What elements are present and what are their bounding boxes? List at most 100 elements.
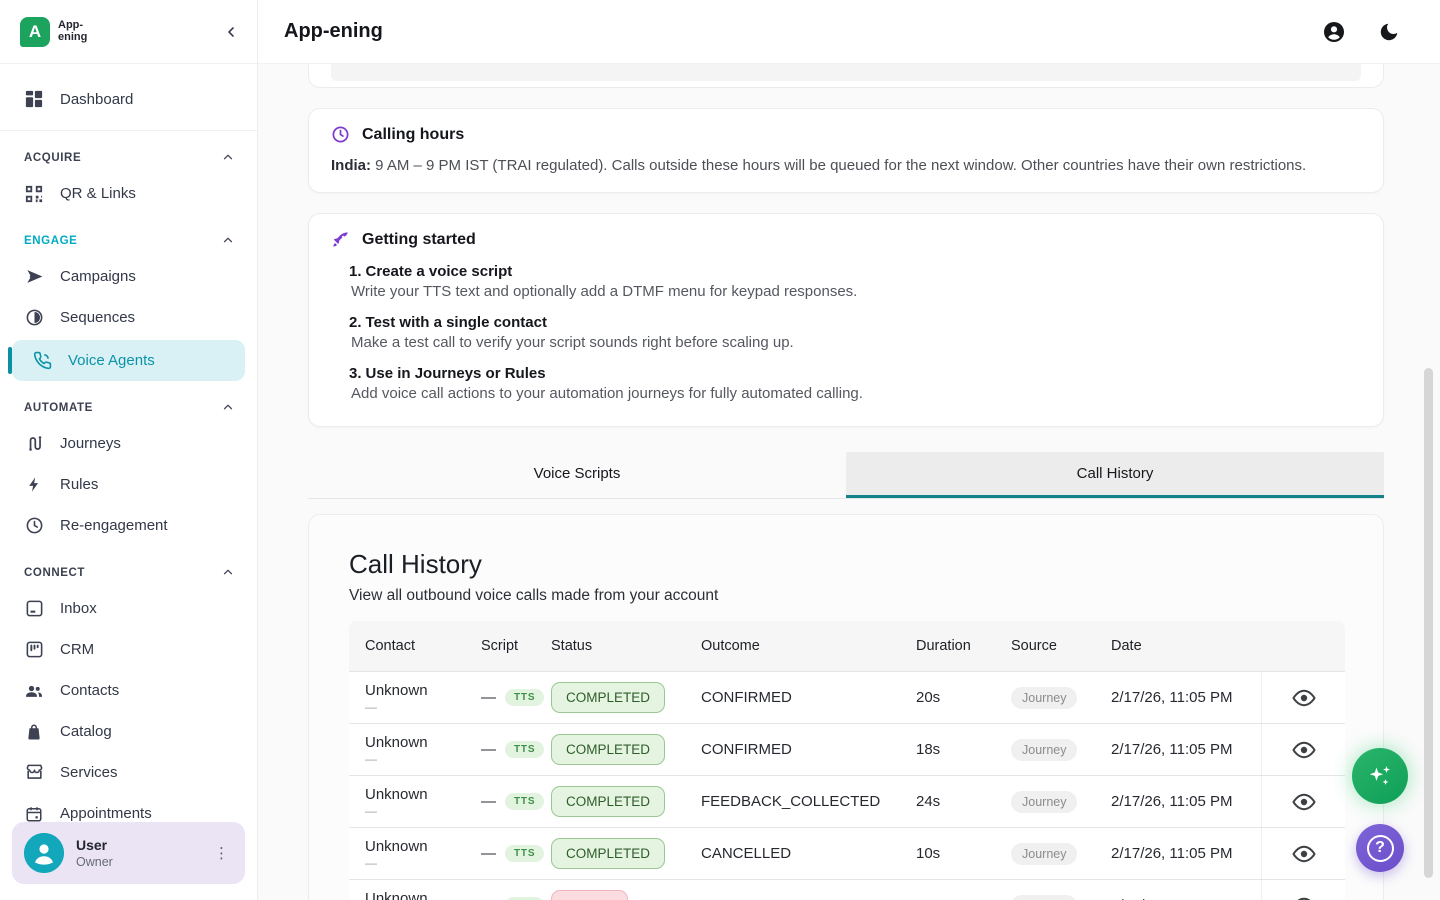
eye-icon <box>1292 845 1316 863</box>
people-icon <box>24 681 44 701</box>
sidebar-item-inbox[interactable]: Inbox <box>0 588 257 629</box>
sidebar-item-label: QR & Links <box>60 185 136 202</box>
section-connect[interactable]: CONNECT <box>0 558 257 588</box>
section-automate[interactable]: AUTOMATE <box>0 393 257 423</box>
topbar: App-ening <box>258 0 1440 64</box>
user-avatar <box>24 833 64 873</box>
kanban-icon <box>24 640 44 660</box>
eye-icon <box>1292 741 1316 759</box>
source-badge: Journey <box>1011 895 1077 900</box>
status-badge: COMPLETED <box>551 786 665 817</box>
step-item: 3.Use in Journeys or Rules Add voice cal… <box>349 365 1361 402</box>
tab-voice-scripts[interactable]: Voice Scripts <box>308 452 846 498</box>
sidebar-item-voice-agents[interactable]: Voice Agents <box>12 340 245 381</box>
table-header: Contact Script Status Outcome Duration S… <box>349 621 1345 671</box>
status-badge: COMPLETED <box>551 734 665 765</box>
sidebar-item-qr-links[interactable]: QR & Links <box>0 173 257 214</box>
section-engage[interactable]: ENGAGE <box>0 226 257 256</box>
chat-icon <box>24 599 44 619</box>
tts-badge: TTS <box>505 793 544 810</box>
eye-icon <box>1292 793 1316 811</box>
calendar-icon <box>24 804 44 824</box>
view-call-button[interactable] <box>1292 793 1316 811</box>
sidebar-item-campaigns[interactable]: Campaigns <box>0 256 257 297</box>
person-icon <box>24 833 64 873</box>
sidebar-item-services[interactable]: Services <box>0 752 257 793</box>
send-icon <box>24 267 44 287</box>
table-row: Unknown— —TTS COMPLETED CONFIRMED 20s Jo… <box>349 671 1345 723</box>
ai-assistant-button[interactable] <box>1352 748 1408 804</box>
view-call-button[interactable] <box>1292 741 1316 759</box>
sidebar-item-journeys[interactable]: Journeys <box>0 423 257 464</box>
source-badge: Journey <box>1011 791 1077 813</box>
sidebar-item-label: Re-engagement <box>60 517 168 534</box>
chevron-left-icon <box>223 24 239 40</box>
brand-logo-letter: A <box>29 22 41 42</box>
sparkles-icon <box>1365 761 1395 791</box>
sidebar-item-catalog[interactable]: Catalog <box>0 711 257 752</box>
status-badge: FAILED <box>551 890 628 900</box>
source-badge: Journey <box>1011 687 1077 709</box>
phone-call-icon <box>32 351 52 371</box>
section-acquire[interactable]: ACQUIRE <box>0 143 257 173</box>
view-call-button[interactable] <box>1292 897 1316 900</box>
tts-badge: TTS <box>505 845 544 862</box>
step-item: 1.Create a voice script Write your TTS t… <box>349 263 1361 300</box>
user-role: Owner <box>76 855 113 869</box>
sidebar-collapse-button[interactable] <box>223 24 239 40</box>
sidebar: A App- ening Dashboard ACQUIRE QR & <box>0 0 258 900</box>
view-call-button[interactable] <box>1292 845 1316 863</box>
sidebar-item-rules[interactable]: Rules <box>0 464 257 505</box>
table-row: Unknown— —TTS FAILED NO_ANSWER 30s Journ… <box>349 879 1345 900</box>
user-card[interactable]: User Owner ⋮ <box>12 822 245 884</box>
status-badge: COMPLETED <box>551 682 665 713</box>
tts-badge: TTS <box>505 741 544 758</box>
status-badge: COMPLETED <box>551 838 665 869</box>
tab-call-history[interactable]: Call History <box>846 452 1384 498</box>
clipped-card <box>308 64 1384 88</box>
sidebar-item-dashboard[interactable]: Dashboard <box>0 76 257 122</box>
chevron-up-icon <box>221 565 235 582</box>
account-circle-icon <box>1322 20 1346 44</box>
call-history-table: Contact Script Status Outcome Duration S… <box>349 621 1345 900</box>
shopping-bag-icon <box>24 722 44 742</box>
sidebar-item-label: Appointments <box>60 805 152 822</box>
view-call-button[interactable] <box>1292 689 1316 707</box>
vertical-scrollbar[interactable] <box>1424 368 1433 878</box>
sidebar-item-label: CRM <box>60 641 94 658</box>
getting-started-title: Getting started <box>362 231 476 249</box>
question-mark-icon: ? <box>1367 835 1394 862</box>
sidebar-item-label: Inbox <box>60 600 97 617</box>
sidebar-item-label: Sequences <box>60 309 135 326</box>
eye-icon <box>1292 897 1316 900</box>
getting-started-card: Getting started 1.Create a voice script … <box>308 213 1384 427</box>
sidebar-item-sequences[interactable]: Sequences <box>0 297 257 338</box>
sidebar-item-label: Contacts <box>60 682 119 699</box>
dark-mode-toggle[interactable] <box>1378 21 1400 43</box>
sidebar-item-contacts[interactable]: Contacts <box>0 670 257 711</box>
sidebar-item-re-engagement[interactable]: Re-engagement <box>0 505 257 546</box>
user-name: User <box>76 837 113 853</box>
tab-bar: Voice Scripts Call History <box>308 452 1384 499</box>
help-button[interactable]: ? <box>1356 824 1404 872</box>
page-title: App-ening <box>284 20 383 43</box>
table-row: Unknown— —TTS COMPLETED FEEDBACK_COLLECT… <box>349 775 1345 827</box>
sidebar-item-label: Journeys <box>60 435 121 452</box>
sidebar-header: A App- ening <box>0 0 257 64</box>
sidebar-item-label: Rules <box>60 476 98 493</box>
getting-started-steps: 1.Create a voice script Write your TTS t… <box>349 263 1361 402</box>
calling-hours-card: Calling hours India: 9 AM – 9 PM IST (TR… <box>308 108 1384 193</box>
table-row: Unknown— —TTS COMPLETED CANCELLED 10s Jo… <box>349 827 1345 879</box>
account-button[interactable] <box>1322 20 1346 44</box>
sidebar-item-crm[interactable]: CRM <box>0 629 257 670</box>
sidebar-nav: Dashboard ACQUIRE QR & Links ENGAGE Camp… <box>0 64 257 834</box>
contrast-circle-icon <box>24 308 44 328</box>
storefront-icon <box>24 763 44 783</box>
chevron-up-icon <box>221 400 235 417</box>
chevron-up-icon <box>221 233 235 250</box>
calling-hours-text: India: 9 AM – 9 PM IST (TRAI regulated).… <box>331 157 1361 174</box>
chevron-up-icon <box>221 150 235 167</box>
source-badge: Journey <box>1011 739 1077 761</box>
user-menu-button[interactable]: ⋮ <box>208 842 235 865</box>
call-history-panel: Call History View all outbound voice cal… <box>308 514 1384 900</box>
